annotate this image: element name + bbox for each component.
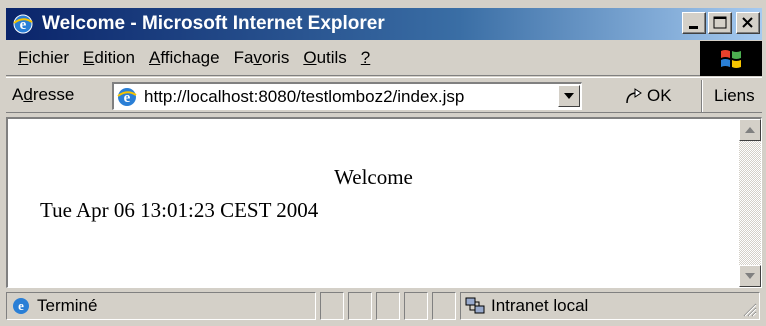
intranet-zone-icon (465, 296, 485, 316)
links-button[interactable]: Liens (714, 86, 755, 106)
menu-bar: Fichier Edition Affichage Favoris Outils… (6, 41, 762, 76)
scroll-down-button[interactable] (739, 265, 761, 287)
menu-favoris[interactable]: Favoris (234, 48, 290, 68)
status-zone-panel: Intranet local (460, 292, 760, 320)
address-url: http://localhost:8080/testlomboz2/index.… (144, 86, 465, 106)
address-input[interactable]: e http://localhost:8080/testlomboz2/inde… (112, 82, 582, 110)
windows-logo-throbber (700, 41, 762, 76)
close-icon (742, 17, 753, 28)
menu-edition[interactable]: Edition (83, 48, 135, 68)
status-main-panel: e Terminé (6, 292, 316, 320)
arrow-up-icon (745, 127, 755, 133)
windows-flag-icon (721, 49, 741, 68)
close-button[interactable] (736, 12, 760, 34)
maximize-icon (713, 16, 727, 29)
window-title: Welcome - Microsoft Internet Explorer (42, 13, 385, 34)
page-datetime: Tue Apr 06 13:01:23 CEST 2004 (40, 198, 319, 222)
status-text: Terminé (37, 296, 98, 315)
minimize-icon (689, 26, 698, 29)
page-icon: e (116, 86, 138, 108)
menu-outils[interactable]: Outils (303, 48, 346, 68)
resize-grip-icon[interactable] (741, 301, 757, 317)
go-button[interactable]: OK (623, 84, 672, 108)
status-bar: e Terminé Intranet local (6, 290, 762, 322)
menu-fichier[interactable]: Fichier (18, 48, 69, 68)
menu-help[interactable]: ? (361, 48, 370, 68)
page-done-icon: e (11, 296, 31, 316)
ie-logo-icon: e (12, 13, 34, 35)
go-label: OK (647, 86, 672, 105)
svg-text:e: e (18, 298, 24, 313)
status-panel (376, 292, 400, 320)
status-panel (348, 292, 372, 320)
minimize-button[interactable] (682, 12, 706, 34)
status-panel (320, 292, 344, 320)
scroll-up-button[interactable] (739, 119, 761, 141)
maximize-button[interactable] (708, 12, 732, 34)
chevron-down-icon (564, 93, 574, 99)
address-label: Adresse (12, 85, 75, 104)
status-panel (404, 292, 428, 320)
title-bar[interactable]: e Welcome - Microsoft Internet Explorer (6, 8, 762, 40)
address-bar: Adresse e http://localhost:8080/testlomb… (6, 77, 762, 113)
go-arrow-icon (623, 85, 645, 107)
zone-text: Intranet local (491, 296, 589, 315)
arrow-down-icon (745, 273, 755, 279)
address-dropdown-button[interactable] (558, 85, 580, 107)
toolbar-separator (701, 80, 703, 112)
page-body: Welcome Tue Apr 06 13:01:23 CEST 2004 (8, 119, 739, 287)
vertical-scrollbar[interactable] (739, 119, 761, 287)
status-panel (432, 292, 456, 320)
menu-affichage[interactable]: Affichage (149, 48, 220, 68)
content-frame: Welcome Tue Apr 06 13:01:23 CEST 2004 (6, 117, 762, 288)
page-heading: Welcome (334, 165, 413, 189)
